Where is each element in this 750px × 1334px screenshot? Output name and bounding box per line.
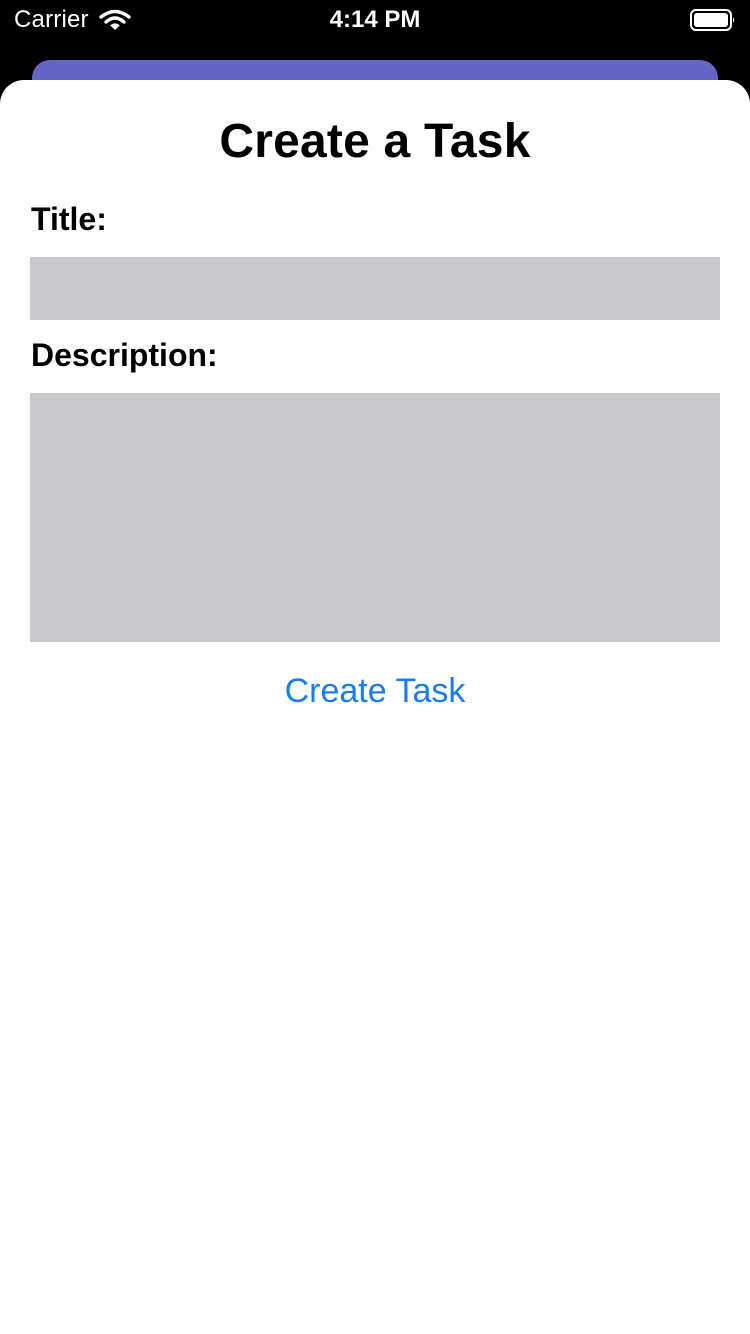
status-bar: Carrier 4:14 PM — [0, 0, 750, 40]
page-title: Create a Task — [219, 115, 531, 168]
title-label: Title: — [31, 201, 107, 237]
description-label: Description: — [31, 337, 218, 373]
create-task-sheet: Create a Task Title: Description: Create… — [0, 80, 750, 1334]
title-input[interactable] — [30, 257, 720, 320]
create-task-button[interactable]: Create Task — [0, 670, 750, 712]
status-time: 4:14 PM — [329, 6, 421, 33]
description-input[interactable] — [30, 393, 720, 642]
battery-icon — [690, 9, 735, 31]
